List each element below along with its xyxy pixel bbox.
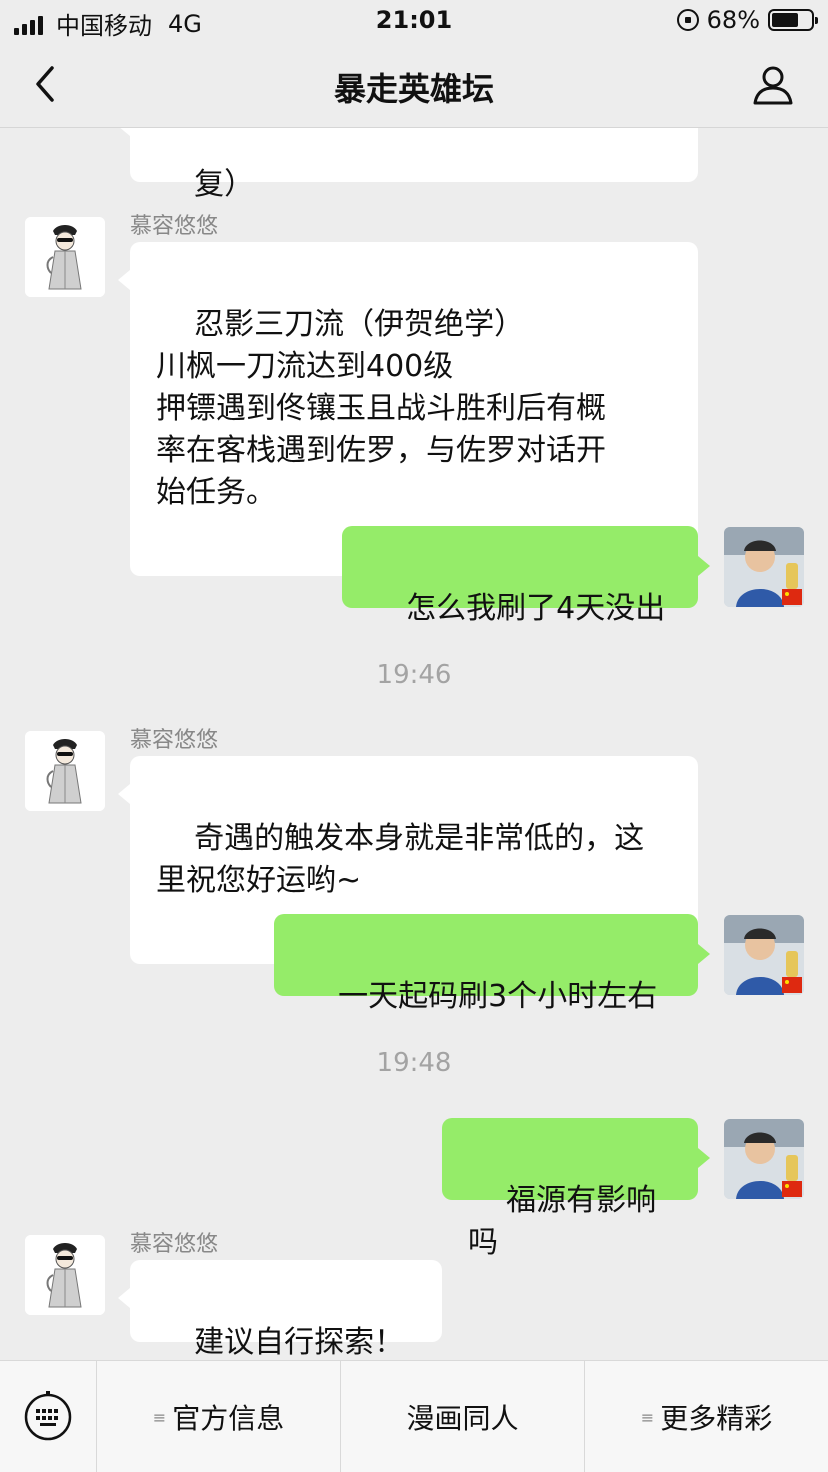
battery-icon <box>768 9 818 31</box>
message-bubble[interactable]: 怎么我刷了4天没出 <box>342 526 710 626</box>
message-text: 一天起码刷3个小时左右 <box>338 979 658 1014</box>
menu-more[interactable]: ≡ 更多精彩 <box>585 1361 828 1472</box>
sender-name: 慕容悠悠 <box>130 214 219 239</box>
timestamp: 19:46 <box>376 660 452 690</box>
sender-name: 慕容悠悠 <box>130 1232 219 1257</box>
message-bubble[interactable]: 建议自行探索！~ <box>118 1260 442 1360</box>
avatar[interactable] <box>25 731 105 811</box>
avatar-image <box>25 217 105 297</box>
message-text: 建议自行探索！~ <box>194 1325 405 1360</box>
timestamp: 19:48 <box>376 1048 452 1078</box>
person-icon <box>753 66 793 105</box>
chat-area[interactable]: 复） 慕容悠悠 忍影三刀流（伊贺绝学） 川枫一刀流达到400级 押镖遇到佟镶玉且… <box>0 128 828 1360</box>
menu-list-icon: ≡ <box>640 1407 655 1427</box>
avatar[interactable] <box>724 527 804 607</box>
message-text: 福源有影响吗 <box>468 1183 657 1260</box>
avatar-image <box>25 1235 105 1315</box>
avatar[interactable] <box>724 1119 804 1199</box>
battery-percent: 68% <box>706 6 760 34</box>
page-title: 暴走英雄坛 <box>333 70 494 108</box>
nav-bar: 暴走英雄坛 <box>0 42 828 128</box>
avatar-image <box>25 731 105 811</box>
menu-official-info[interactable]: ≡ 官方信息 <box>97 1361 341 1472</box>
message-bubble[interactable]: 复） <box>118 128 698 202</box>
keyboard-icon <box>24 1391 72 1441</box>
battery-fill <box>772 13 798 27</box>
message-bubble[interactable]: 福源有影响吗 <box>442 1118 710 1260</box>
message-text: 怎么我刷了4天没出 <box>406 591 666 626</box>
avatar-image <box>724 527 804 607</box>
keyboard-toggle-button[interactable] <box>0 1361 97 1472</box>
menu-item-label: 更多精彩 <box>660 1402 773 1435</box>
status-bar: 中国移动 4G 21:01 68% <box>0 0 828 42</box>
avatar-image <box>724 1119 804 1199</box>
sender-name: 慕容悠悠 <box>130 728 219 753</box>
menu-list-icon: ≡ <box>152 1407 167 1427</box>
rotation-lock-icon <box>676 9 699 31</box>
bottom-menu-bar: ≡ 官方信息 漫画同人 ≡ 更多精彩 <box>0 1360 828 1472</box>
avatar-image <box>724 915 804 995</box>
profile-button[interactable] <box>752 64 794 106</box>
menu-item-label: 漫画同人 <box>406 1402 519 1435</box>
status-right: 68% <box>676 6 818 34</box>
menu-item-label: 官方信息 <box>172 1402 285 1435</box>
message-bubble[interactable]: 一天起码刷3个小时左右 <box>274 914 710 1014</box>
message-text: 忍影三刀流（伊贺绝学） 川枫一刀流达到400级 押镖遇到佟镶玉且战斗胜利后有概 … <box>156 307 606 510</box>
avatar[interactable] <box>25 217 105 297</box>
avatar[interactable] <box>25 1235 105 1315</box>
menu-comics-fanart[interactable]: 漫画同人 <box>341 1361 585 1472</box>
message-text: 奇遇的触发本身就是非常低的，这 里祝您好运哟~ <box>156 821 645 898</box>
message-text: 复） <box>194 167 255 202</box>
avatar[interactable] <box>724 915 804 995</box>
